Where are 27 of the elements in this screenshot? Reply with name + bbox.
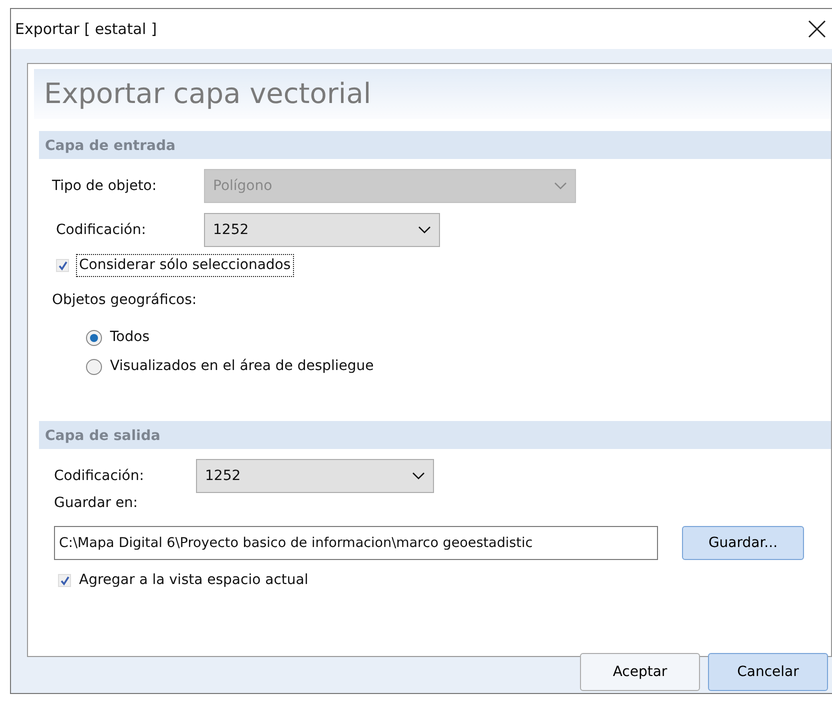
chevron-down-icon (418, 226, 431, 234)
section-header: Capa de entrada (39, 131, 831, 159)
radio-button[interactable] (86, 330, 102, 346)
save-button[interactable]: Guardar... (682, 526, 804, 560)
checkbox-label[interactable]: Considerar sólo seleccionados (77, 255, 293, 276)
dropdown[interactable]: 1252 (196, 459, 434, 493)
dropdown[interactable]: 1252 (204, 213, 440, 247)
radio-button[interactable] (86, 358, 102, 374)
close-icon[interactable] (808, 20, 826, 38)
path-field[interactable]: C:\Mapa Digital 6\Proyecto basico de informacion\marco geoestadistic (54, 526, 658, 560)
field-label: Guardar en: (54, 494, 138, 513)
field-label: Tipo de objeto: (52, 176, 158, 196)
field-label: Objetos geográficos: (52, 291, 197, 310)
radio-label[interactable]: Todos (110, 327, 150, 348)
checkbox-label[interactable]: Agregar a la vista espacio actual (79, 570, 308, 591)
dialog-button[interactable]: Cancelar (708, 653, 828, 691)
field-label: Codificación: (54, 466, 145, 486)
radio-label[interactable]: Visualizados en el área de despliegue (110, 356, 374, 377)
checkbox[interactable] (58, 574, 71, 587)
dialog-button[interactable]: Aceptar (580, 653, 700, 691)
section-header: Capa de salida (39, 421, 831, 449)
chevron-down-icon (554, 182, 567, 190)
window-title: Exportar [ estatal ] (15, 18, 157, 40)
field-label: Codificación: (56, 220, 147, 240)
chevron-down-icon (412, 472, 425, 480)
panel-heading: Exportar capa vectorial (34, 69, 831, 119)
checkbox[interactable] (56, 259, 69, 272)
